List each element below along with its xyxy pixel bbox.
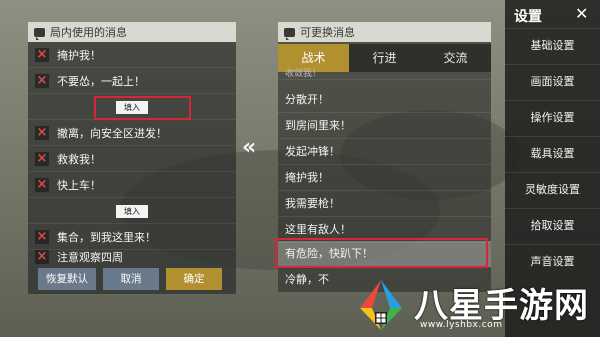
message-text: 掩护我！ — [57, 48, 101, 62]
message-row[interactable]: × 注意观察四周 — [28, 250, 236, 264]
panel-title: 局内使用的消息 — [50, 26, 127, 39]
settings-item-sound[interactable]: 声音设置 — [505, 244, 600, 278]
message-row[interactable]: × 不要怂，一起上！ — [28, 68, 236, 94]
confirm-button[interactable]: 确定 — [166, 268, 222, 290]
in-game-messages-panel: 局内使用的消息 × 掩护我！ × 不要怂，一起上！ × 撤离，向安全区进发！ ×… — [28, 22, 236, 294]
delete-x-icon[interactable]: × — [35, 177, 49, 192]
panel-header: 局内使用的消息 — [28, 22, 236, 42]
settings-item-vehicle[interactable]: 载具设置 — [505, 136, 600, 170]
message-text: 集合，到我这里来！ — [57, 230, 156, 244]
message-option[interactable]: 收敛我！ — [278, 68, 491, 80]
close-icon[interactable]: ✕ — [575, 4, 588, 23]
delete-x-icon[interactable]: × — [35, 73, 49, 88]
message-option[interactable]: 到房间里来！ — [278, 113, 491, 139]
cancel-button[interactable]: 取消 — [103, 268, 159, 290]
panel-header: 可更换消息 — [278, 22, 491, 42]
settings-item-sensitivity[interactable]: 灵敏度设置 — [505, 172, 600, 206]
restore-default-button[interactable]: 恢复默认 — [38, 268, 96, 290]
chat-bubble-icon — [34, 27, 45, 40]
delete-x-icon[interactable]: × — [35, 125, 49, 140]
message-row[interactable]: × 撤离，向安全区进发！ — [28, 120, 236, 146]
delete-x-icon[interactable]: × — [35, 250, 49, 264]
delete-x-icon[interactable]: × — [35, 229, 49, 244]
message-option[interactable]: 分散开！ — [278, 87, 491, 113]
chat-bubble-icon — [284, 27, 295, 40]
message-row[interactable]: × 掩护我！ — [28, 42, 236, 68]
message-option[interactable]: 发起冲锋！ — [278, 139, 491, 165]
message-text: 不要怂，一起上！ — [57, 74, 145, 88]
settings-item-pickup[interactable]: 拾取设置 — [505, 208, 600, 242]
watermark-logo-icon — [360, 280, 402, 330]
highlight-box — [94, 96, 191, 120]
replaceable-messages-panel: 可更换消息 战术 行进 交流 收敛我！ 分散开！ 到房间里来！ 发起冲锋！ 掩护… — [275, 22, 491, 292]
message-row[interactable]: × 集合，到我这里来！ — [28, 224, 236, 250]
message-row[interactable]: × 快上车！ — [28, 172, 236, 198]
message-text: 撤离，向安全区进发！ — [57, 126, 167, 140]
settings-item-basic[interactable]: 基础设置 — [505, 28, 600, 62]
fill-in-button[interactable]: 填入 — [116, 205, 148, 218]
highlight-box — [275, 238, 488, 268]
transfer-arrow-icon[interactable]: « — [242, 135, 256, 160]
panel-title: 可更换消息 — [300, 26, 355, 39]
message-text: 救救我！ — [57, 152, 101, 166]
message-option[interactable]: 我需要枪！ — [278, 191, 491, 217]
settings-item-controls[interactable]: 操作设置 — [505, 100, 600, 134]
message-text: 注意观察四周 — [57, 251, 123, 264]
delete-x-icon[interactable]: × — [35, 47, 49, 62]
watermark-url: www.lyshbx.com — [420, 320, 503, 330]
settings-title: 设置 — [514, 9, 542, 25]
settings-item-graphics[interactable]: 画面设置 — [505, 64, 600, 98]
message-option[interactable]: 掩护我！ — [278, 165, 491, 191]
message-text: 快上车！ — [57, 178, 101, 192]
message-row[interactable]: × 救救我！ — [28, 146, 236, 172]
delete-x-icon[interactable]: × — [35, 151, 49, 166]
